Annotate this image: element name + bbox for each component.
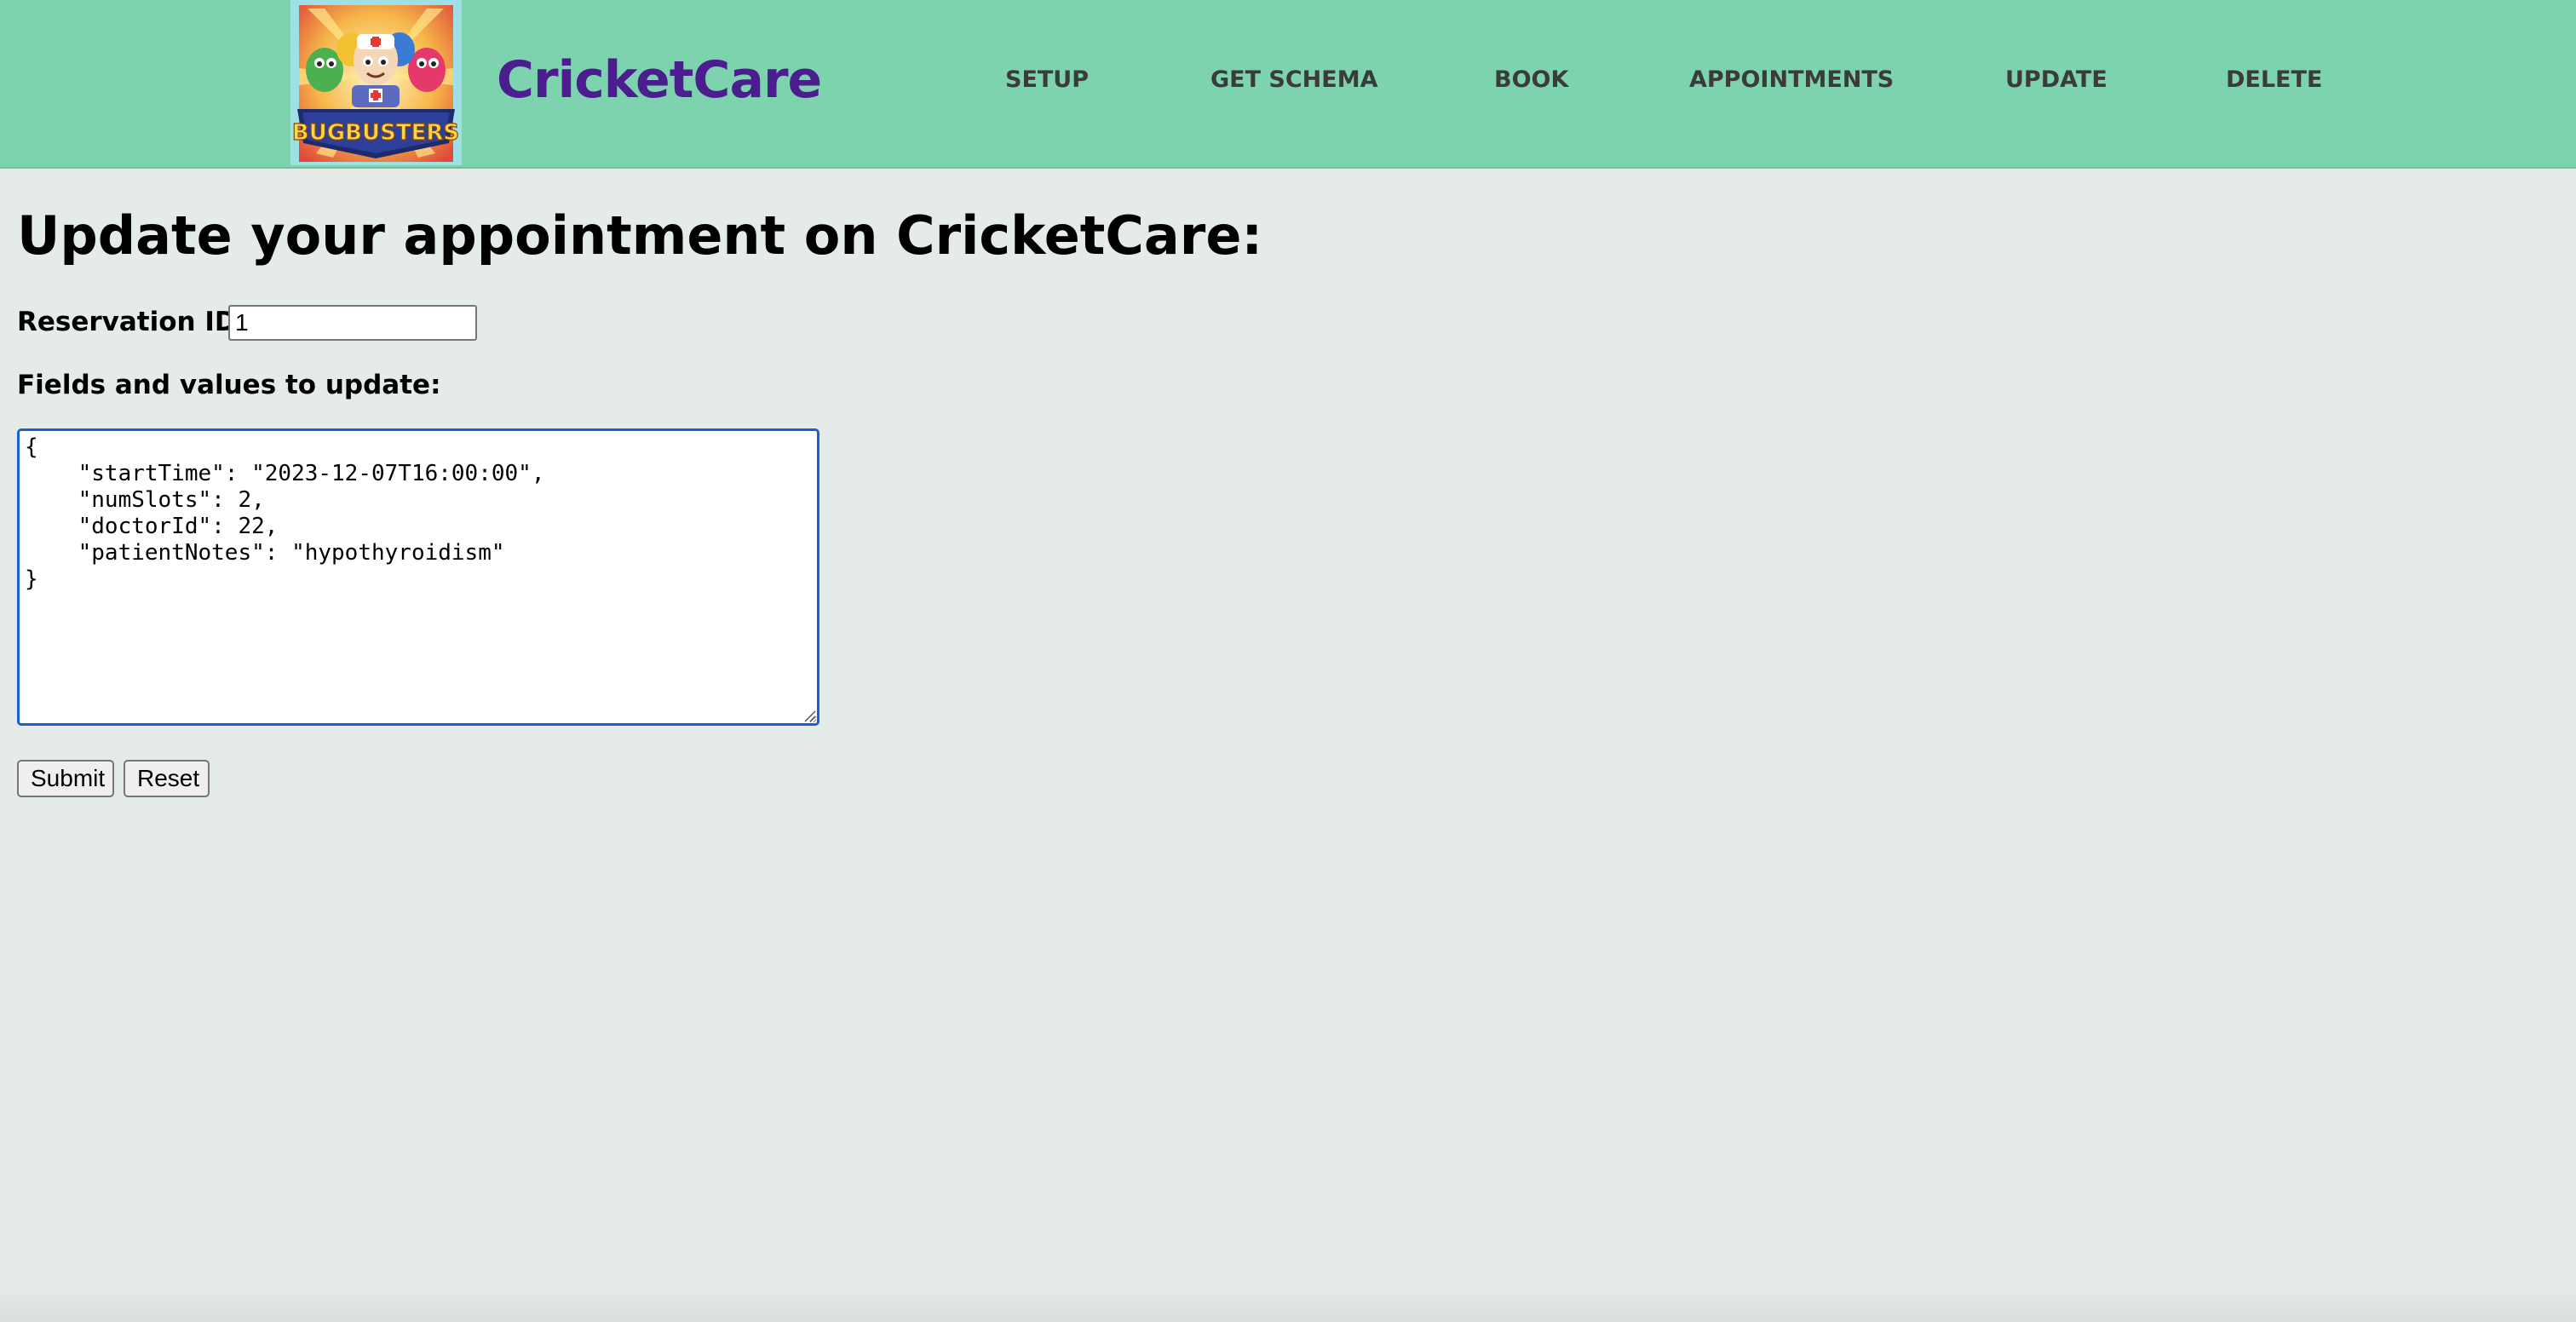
reservation-id-input[interactable] [228,305,477,341]
reset-button[interactable]: Reset [124,760,210,797]
bugbusters-logo[interactable]: BUGBUSTERS [290,0,462,165]
bottom-shadow [0,1286,2576,1322]
reservation-id-label: Reservation ID: [17,307,248,337]
navbar: BUGBUSTERS CricketCare SETUP GET SCHEMA … [0,0,2576,169]
brand-title[interactable]: CricketCare [497,44,822,116]
nav-appointments[interactable]: APPOINTMENTS [1689,63,1894,97]
logo-text: BUGBUSTERS [292,120,459,146]
nav-get-schema[interactable]: GET SCHEMA [1210,63,1378,97]
fields-json-textarea[interactable] [17,428,819,726]
fields-label: Fields and values to update: [17,370,441,400]
nav-book[interactable]: BOOK [1494,63,1568,97]
nav-delete[interactable]: DELETE [2226,63,2322,97]
submit-button[interactable]: Submit [17,760,114,797]
nav-setup[interactable]: SETUP [1005,63,1089,97]
nav-update[interactable]: UPDATE [2005,63,2107,97]
page-title: Update your appointment on CricketCare: [17,204,1263,267]
